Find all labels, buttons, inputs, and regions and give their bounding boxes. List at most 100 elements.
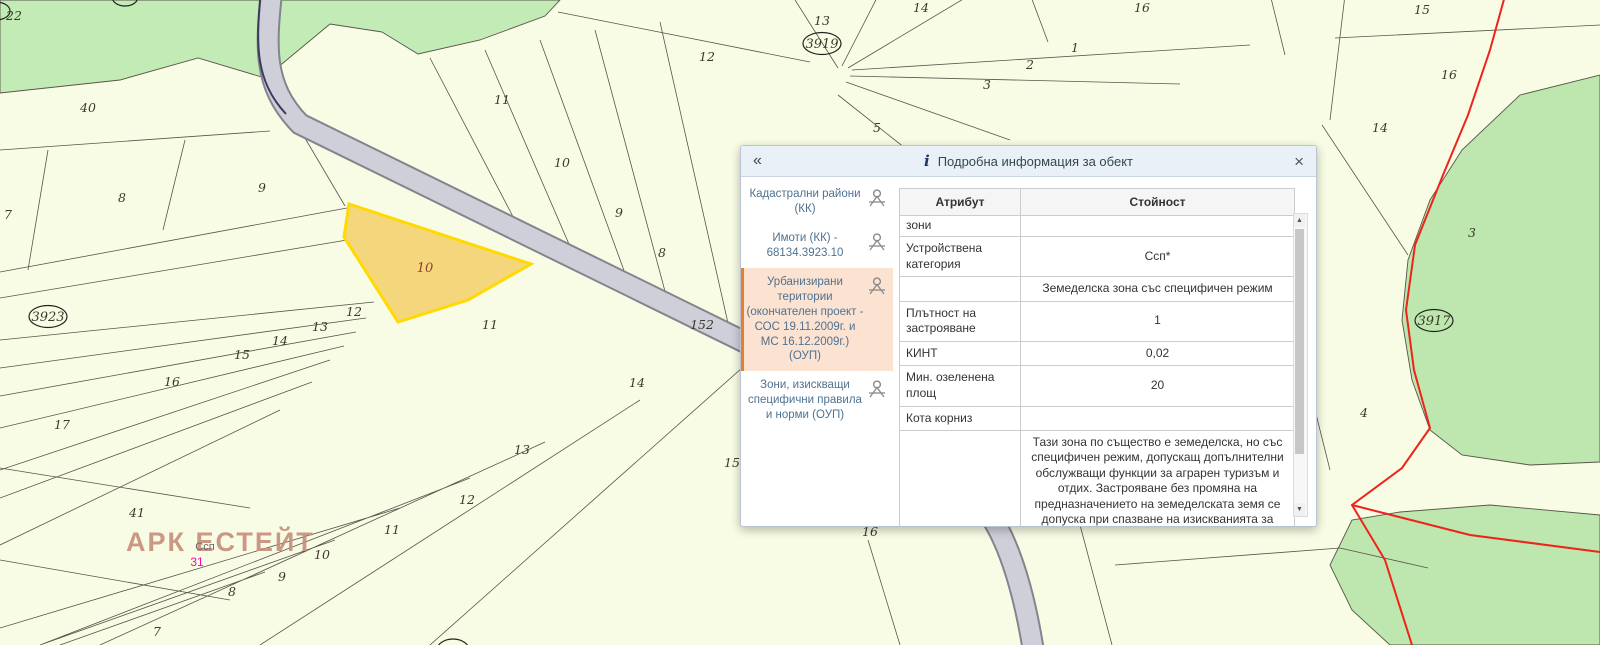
attribute-name: Устройствена категория: [900, 237, 1021, 277]
collapse-panel-button[interactable]: «: [753, 153, 762, 169]
parcel-number: 14: [272, 333, 288, 348]
zone-code-label: Ссп: [195, 541, 214, 553]
info-panel: « i Подробна информация за обект × Кадаст…: [740, 145, 1317, 527]
layer-item-label: Имоти (КК) - 68134.3923.10: [746, 231, 864, 261]
layer-item[interactable]: Урбанизирани територии (окончателен прое…: [741, 268, 893, 372]
parcel-number: 11: [482, 317, 498, 332]
attribute-table: Атрибут Стойност зониУстройствена катего…: [899, 188, 1295, 526]
scroll-up-icon[interactable]: ▲: [1294, 214, 1305, 227]
layer-item[interactable]: Зони, изискващи специфични правила и нор…: [741, 371, 893, 430]
attribute-name: зони: [900, 216, 1021, 237]
attribute-name: Мин. озеленена площ: [900, 366, 1021, 406]
attr-column-header: Атрибут: [900, 189, 1021, 216]
parcel-number: 15: [234, 347, 250, 362]
layer-item[interactable]: Имоти (КК) - 68134.3923.10: [741, 224, 893, 268]
selected-parcel-number: 10: [417, 261, 434, 276]
parcel-number: 2: [1025, 57, 1034, 72]
parcel-number: 10: [314, 547, 330, 562]
attribute-row: Тази зона по същество е земеделска, но с…: [900, 431, 1295, 526]
attribute-content: Атрибут Стойност зониУстройствена катего…: [893, 177, 1316, 526]
parcel-number: 22: [5, 8, 22, 23]
layer-pin-icon: [866, 379, 888, 399]
table-scrollbar[interactable]: ▲ ▼: [1293, 213, 1308, 517]
parcel-number: 13: [312, 319, 328, 334]
parcel-number: 16: [164, 374, 180, 389]
cadastral-region-number: 3923: [31, 310, 64, 325]
info-icon: i: [924, 152, 930, 170]
attribute-name: Кота корниз: [900, 406, 1021, 431]
attribute-value: 1: [1021, 301, 1295, 341]
parcel-number: 13: [514, 442, 530, 457]
attribute-row: Мин. озеленена площ20: [900, 366, 1295, 406]
scrollbar-thumb[interactable]: [1295, 229, 1304, 454]
layer-pin-icon: [866, 232, 888, 252]
attribute-name: КИНТ: [900, 341, 1021, 366]
layer-item-label: Урбанизирани територии (окончателен прое…: [746, 275, 864, 365]
layer-list: Кадастрални райони (КК) Имоти (КК) - 6813…: [741, 177, 893, 526]
parcel-number: 9: [278, 569, 286, 584]
parcel-number: 7: [153, 624, 161, 639]
attribute-name: Плътност на застрояване: [900, 301, 1021, 341]
parcel-number: 16: [1441, 67, 1457, 82]
zone-number-label: 31: [190, 555, 204, 569]
parcel-number: 8: [118, 190, 126, 205]
attribute-row: зони: [900, 216, 1295, 237]
parcel-number: 14: [913, 0, 929, 15]
parcel-number: 152: [690, 317, 714, 332]
parcel-number: 41: [128, 505, 145, 520]
cadastral-region-number: 3919: [805, 37, 838, 52]
parcel-number: 4: [1359, 405, 1368, 420]
parcel-number: 16: [1134, 0, 1150, 15]
gis-application: 10 АРК ЕСТЕЙТ Ссп 31 2240789111098121314…: [0, 0, 1600, 645]
info-panel-body: Кадастрални райони (КК) Имоти (КК) - 6813…: [741, 177, 1316, 526]
attribute-value: 0,02: [1021, 341, 1295, 366]
attribute-row: Плътност на застрояване1: [900, 301, 1295, 341]
panel-title: Подробна информация за обект: [938, 154, 1133, 169]
attribute-name: [900, 277, 1021, 301]
parcel-number: 11: [384, 522, 400, 537]
attribute-row: Устройствена категорияСсп*: [900, 237, 1295, 277]
attribute-value: [1021, 216, 1295, 237]
parcel-number: 8: [228, 584, 236, 599]
watermark: АРК ЕСТЕЙТ: [126, 526, 315, 557]
parcel-number: 1: [1071, 40, 1079, 55]
parcel-number: 13: [814, 13, 830, 28]
parcel-number: 15: [1414, 2, 1430, 17]
attribute-value: [1021, 406, 1295, 431]
attribute-name: [900, 431, 1021, 526]
value-column-header: Стойност: [1021, 189, 1295, 216]
scroll-down-icon[interactable]: ▼: [1294, 503, 1305, 516]
layer-pin-icon: [866, 188, 888, 208]
parcel-number: 5: [873, 120, 881, 135]
layer-item[interactable]: Кадастрални райони (КК): [741, 180, 893, 224]
parcel-number: 9: [615, 205, 623, 220]
green-area-bottom-right: [1330, 505, 1600, 645]
parcel-number: 3: [1468, 225, 1476, 240]
parcel-number: 12: [459, 492, 475, 507]
parcel-number: 12: [699, 49, 715, 64]
attribute-value: Ссп*: [1021, 237, 1295, 277]
close-panel-button[interactable]: ×: [1294, 153, 1304, 170]
attribute-value: Земеделска зона със специфичен режим: [1021, 277, 1295, 301]
layer-item-label: Зони, изискващи специфични правила и нор…: [746, 378, 864, 423]
parcel-number: 17: [54, 417, 70, 432]
attribute-value: Тази зона по същество е земеделска, но с…: [1021, 431, 1295, 526]
parcel-number: 15: [724, 455, 740, 470]
parcel-number: 12: [346, 304, 362, 319]
parcel-number: 8: [658, 245, 666, 260]
attribute-row: КИНТ0,02: [900, 341, 1295, 366]
parcel-number: 7: [4, 207, 12, 222]
parcel-number: 40: [79, 100, 96, 115]
parcel-number: 10: [554, 155, 570, 170]
cadastral-region-number: 3917: [1417, 314, 1451, 329]
attribute-row: Земеделска зона със специфичен режим: [900, 277, 1295, 301]
parcel-number: 9: [258, 180, 266, 195]
parcel-number: 11: [494, 92, 510, 107]
parcel-number: 14: [1372, 120, 1388, 135]
info-panel-header: « i Подробна информация за обект ×: [741, 146, 1316, 177]
parcel-number: 14: [629, 375, 645, 390]
layer-pin-icon: [866, 276, 888, 296]
attribute-value: 20: [1021, 366, 1295, 406]
parcel-number: 3: [983, 77, 991, 92]
layer-item-label: Кадастрални райони (КК): [746, 187, 864, 217]
